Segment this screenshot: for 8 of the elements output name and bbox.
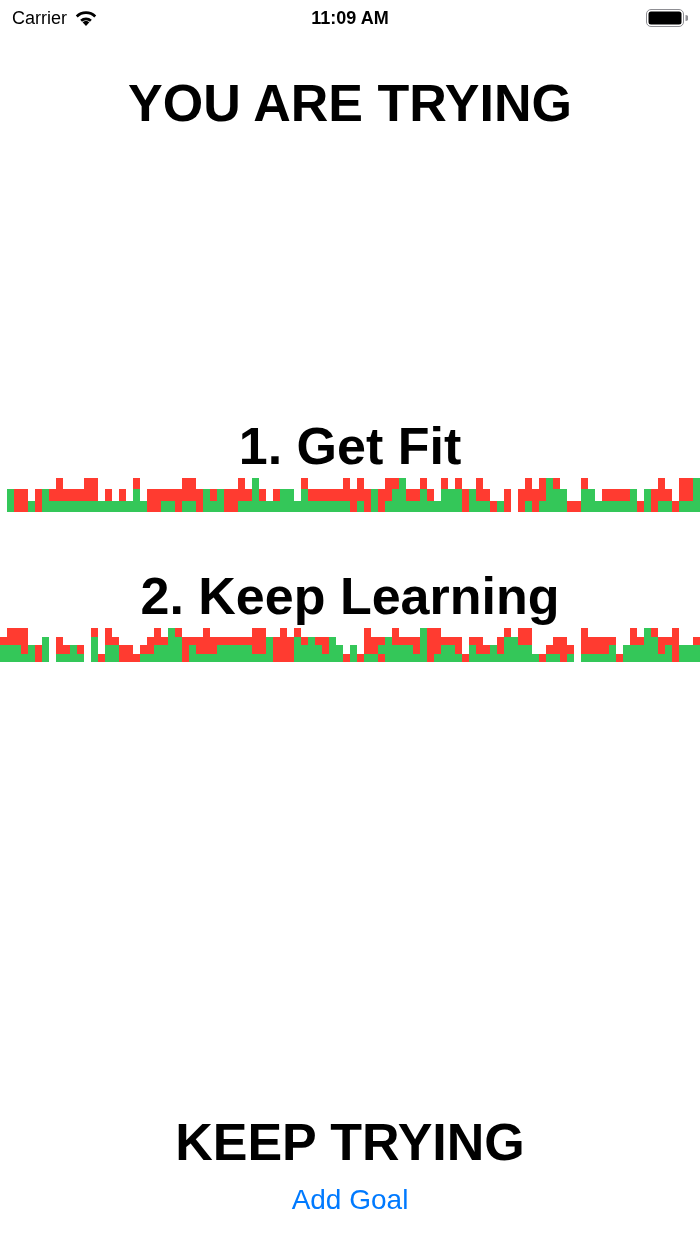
encouragement-message: KEEP TRYING: [175, 1116, 525, 1168]
wifi-icon: [75, 10, 97, 26]
battery-icon: [646, 9, 688, 27]
goal-title: 1. Get Fit: [238, 420, 462, 472]
carrier-name: Carrier: [12, 9, 67, 27]
add-goal-button[interactable]: Add Goal: [291, 1186, 409, 1214]
page-title: YOU ARE TRYING: [127, 77, 573, 129]
status-time: 11:09 AM: [311, 9, 389, 27]
